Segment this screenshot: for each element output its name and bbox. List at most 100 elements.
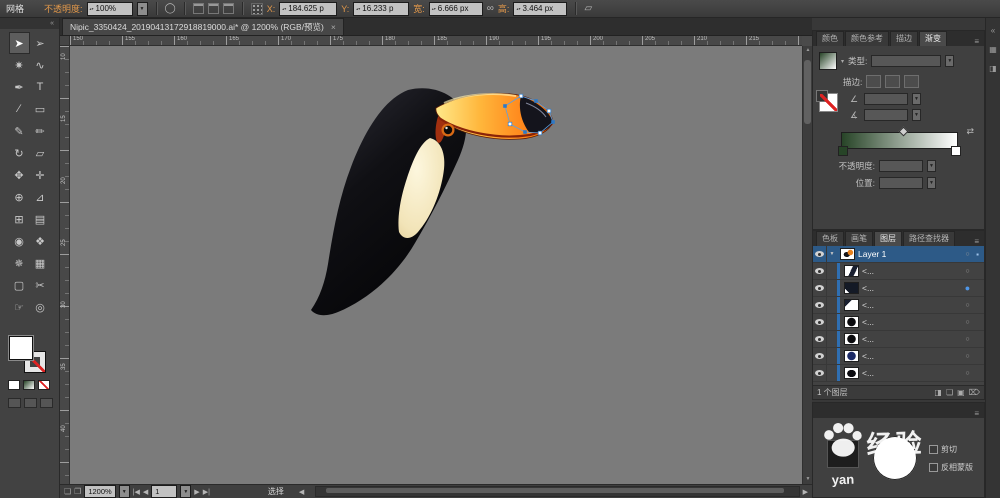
invert-mask-checkbox[interactable]: [929, 463, 938, 472]
horizontal-scroll-thumb[interactable]: [325, 488, 785, 493]
layer-thumbnail[interactable]: [844, 265, 859, 277]
visibility-toggle[interactable]: [813, 348, 827, 364]
opacity-dropdown-icon[interactable]: ▼: [136, 1, 148, 16]
new-sublayer-button[interactable]: ❏: [946, 388, 953, 397]
rectangle-tool[interactable]: ▭: [30, 98, 51, 120]
artboard-canvas[interactable]: [70, 46, 802, 484]
pages-icon[interactable]: ❐: [74, 487, 81, 496]
type-tool[interactable]: T: [30, 76, 51, 98]
tab-color-guide[interactable]: 颜色参考: [845, 31, 889, 46]
stroke-gradient-within-icon[interactable]: [866, 75, 882, 88]
visibility-toggle[interactable]: [813, 263, 827, 279]
artboard-tool[interactable]: ▢: [9, 274, 30, 296]
dropdown-icon[interactable]: ▼: [912, 93, 921, 105]
toolbar-collapse-icon[interactable]: «: [0, 18, 59, 29]
normal-screen-mode-button[interactable]: [8, 398, 21, 408]
page-icon[interactable]: ❏: [64, 487, 71, 496]
gradient-swatch-dropdown-icon[interactable]: ▾: [841, 58, 844, 65]
document-tab[interactable]: Nipic_3350424_20190413172918819000.ai* @…: [62, 18, 344, 35]
pencil-tool[interactable]: ✏: [30, 120, 51, 142]
dropdown-icon[interactable]: ▼: [945, 55, 955, 67]
layer-thumbnail[interactable]: [844, 367, 859, 379]
tab-swatches[interactable]: 色板: [816, 231, 844, 246]
tab-gradient[interactable]: 渐变: [919, 31, 947, 46]
lasso-tool[interactable]: ∿: [30, 54, 51, 76]
magic-wand-tool[interactable]: ✷: [9, 54, 30, 76]
panel-menu-icon[interactable]: ≡: [974, 237, 981, 246]
target-circle[interactable]: ○: [962, 319, 973, 326]
reverse-gradient-icon[interactable]: ⇄: [966, 126, 974, 137]
ruler-left[interactable]: 10 15 20 25 30 35 40: [60, 46, 70, 484]
perspective-grid-tool[interactable]: ⊿: [30, 186, 51, 208]
align-left-icon[interactable]: [192, 3, 204, 14]
gradient-tool[interactable]: ▤: [30, 208, 51, 230]
gradient-angle-field[interactable]: [864, 93, 908, 105]
gradient-fill-proxy[interactable]: [816, 90, 838, 112]
expand-triangle-icon[interactable]: ▼: [827, 251, 837, 257]
zoom-field[interactable]: 1200%: [84, 485, 116, 498]
pen-tool[interactable]: ✒: [9, 76, 30, 98]
selection-tool[interactable]: ➤: [8, 32, 30, 54]
make-clip-mask-button[interactable]: ◨: [934, 388, 942, 397]
line-tool[interactable]: ∕: [9, 98, 30, 120]
full-screen-menu-mode-button[interactable]: [24, 398, 37, 408]
layer-name[interactable]: <...: [862, 334, 962, 344]
visibility-toggle[interactable]: [813, 246, 827, 262]
stepper-icon[interactable]: ▴▾: [90, 7, 94, 11]
shear-icon[interactable]: ▱: [584, 3, 592, 14]
collapse-dock-icon[interactable]: «: [991, 26, 995, 35]
symbol-sprayer-tool[interactable]: ✵: [9, 252, 30, 274]
free-transform-tool[interactable]: ✛: [30, 164, 51, 186]
tab-brushes[interactable]: 画笔: [845, 231, 873, 246]
layer-thumbnail[interactable]: [840, 248, 855, 260]
fill-swatch[interactable]: [9, 336, 33, 360]
artboard-number-field[interactable]: 1: [151, 485, 178, 498]
gradient-midpoint[interactable]: [898, 126, 908, 137]
new-layer-button[interactable]: ▣: [957, 388, 965, 397]
eyedropper-tool[interactable]: ◉: [9, 230, 30, 252]
ruler-top[interactable]: 150 155 160 165 170 175 180 185 190 195 200 205 210 2…: [70, 36, 802, 46]
panel-menu-icon[interactable]: ≡: [974, 37, 981, 46]
delete-layer-button[interactable]: ⌦: [969, 388, 980, 397]
prev-artboard-button[interactable]: ◀: [143, 488, 148, 496]
x-field[interactable]: ▴▾ 184.625 p: [279, 1, 338, 16]
gradient-type-select[interactable]: [871, 55, 942, 67]
scale-tool[interactable]: ▱: [30, 142, 51, 164]
slice-tool[interactable]: ✂: [30, 274, 51, 296]
target-circle[interactable]: ○: [962, 251, 973, 258]
gradient-aspect-field[interactable]: [864, 109, 908, 121]
horizontal-scrollbar[interactable]: [315, 486, 800, 497]
reference-point-icon[interactable]: [250, 2, 263, 15]
gradient-stop-end[interactable]: [951, 146, 961, 156]
vertical-scrollbar[interactable]: ▲ ▼: [802, 46, 812, 484]
column-graph-tool[interactable]: ▦: [30, 252, 51, 274]
align-right-icon[interactable]: [222, 3, 234, 14]
shape-builder-tool[interactable]: ⊕: [9, 186, 30, 208]
gradient-bar[interactable]: [841, 126, 958, 149]
stepper-icon[interactable]: ▴▾: [516, 7, 520, 11]
link-dimensions-icon[interactable]: ∞: [487, 3, 494, 14]
blend-tool[interactable]: ❖: [30, 230, 51, 252]
ruler-corner[interactable]: [60, 36, 70, 46]
direct-selection-tool[interactable]: ➢: [30, 32, 51, 54]
layer-thumbnail[interactable]: [844, 333, 859, 345]
last-artboard-button[interactable]: ▶|: [203, 488, 210, 496]
layer-row[interactable]: ▼ Layer 1 ○ ▪: [813, 246, 984, 263]
selection-indicator[interactable]: ▪: [973, 250, 982, 259]
panel-dock-icon-2[interactable]: ◨: [989, 64, 997, 73]
path-row[interactable]: <... ○: [813, 314, 984, 331]
visibility-toggle[interactable]: [813, 280, 827, 296]
artboard-dropdown-icon[interactable]: ▼: [180, 485, 192, 498]
height-field[interactable]: ▴▾ 3.464 px: [513, 1, 568, 16]
gradient-button[interactable]: [23, 380, 35, 390]
clip-checkbox[interactable]: [929, 445, 938, 454]
dropdown-icon[interactable]: ▼: [927, 177, 936, 189]
tab-layers[interactable]: 图层: [874, 231, 902, 246]
stepper-icon[interactable]: ▴▾: [282, 7, 286, 11]
tab-stroke[interactable]: 描边: [890, 31, 918, 46]
hand-tool[interactable]: ☞: [9, 296, 30, 318]
path-row[interactable]: <... ○: [813, 297, 984, 314]
opacity-field[interactable]: ▴▾ 100%: [86, 1, 133, 16]
tab-color[interactable]: 颜色: [816, 31, 844, 46]
layer-name[interactable]: Layer 1: [858, 249, 962, 259]
